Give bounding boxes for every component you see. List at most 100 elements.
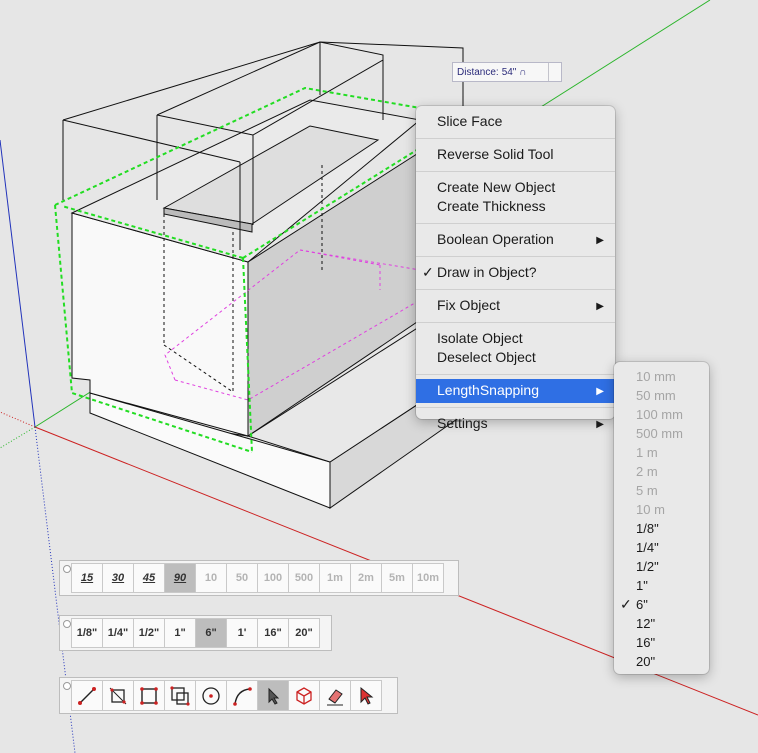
button-label: 1/4" xyxy=(107,627,129,639)
drawing-tools-toolbar xyxy=(59,677,398,714)
menu-item-draw-in-object[interactable]: ✓ Draw in Object? xyxy=(416,261,615,285)
select-arrow-button[interactable] xyxy=(350,680,382,711)
snap-option-20[interactable]: 20" xyxy=(614,652,709,671)
toolbar-grip[interactable] xyxy=(60,616,72,650)
measurements-box[interactable]: Distance: 54" ∩ xyxy=(452,62,562,82)
button-label: 20" xyxy=(295,627,313,639)
line-tool-button[interactable] xyxy=(71,680,103,711)
arc-icon xyxy=(233,686,252,706)
line-tool-icon xyxy=(78,686,96,705)
snap-option-label: 50 mm xyxy=(636,388,676,403)
menu-item-fix-object[interactable]: Fix Object ▶ xyxy=(416,294,615,318)
angle-snap-button-10[interactable]: 10 xyxy=(195,563,227,593)
snap-option-1-4[interactable]: 1/4" xyxy=(614,538,709,557)
length-snap-button-1-2[interactable]: 1/2" xyxy=(133,618,165,648)
snap-option-16[interactable]: 16" xyxy=(614,633,709,652)
angle-snap-button-90[interactable]: 90 xyxy=(164,563,196,593)
toolbar-grip[interactable] xyxy=(60,561,72,595)
menu-separator xyxy=(416,138,615,139)
snap-option-label: 16" xyxy=(636,635,656,650)
menu-separator xyxy=(416,171,615,172)
button-label: 1m xyxy=(327,572,343,584)
measurement-divider xyxy=(548,63,549,81)
angle-snap-button-500[interactable]: 500 xyxy=(288,563,320,593)
length-snap-button-20[interactable]: 20" xyxy=(288,618,320,648)
length-snap-button-1[interactable]: 1' xyxy=(226,618,258,648)
snap-option-label: 1/2" xyxy=(636,559,659,574)
menu-item-label: Slice Face xyxy=(437,113,503,129)
button-label: 10m xyxy=(416,572,440,584)
button-label: 30 xyxy=(111,572,125,584)
snap-option-1[interactable]: 1" xyxy=(614,576,709,595)
menu-item-boolean-operation[interactable]: Boolean Operation ▶ xyxy=(416,228,615,252)
toolbar-grip[interactable] xyxy=(60,678,72,713)
angle-snap-button-30[interactable]: 30 xyxy=(102,563,134,593)
menu-item-slice-face[interactable]: Slice Face xyxy=(416,110,615,134)
angle-snap-button-100[interactable]: 100 xyxy=(257,563,289,593)
snap-option-label: 1" xyxy=(636,578,648,593)
snap-option-label: 20" xyxy=(636,654,656,669)
length-snap-button-1[interactable]: 1" xyxy=(164,618,196,648)
offset-rectangle-button[interactable] xyxy=(164,680,196,711)
solid-box-button[interactable] xyxy=(288,680,320,711)
angle-snap-button-2m[interactable]: 2m xyxy=(350,563,382,593)
context-menu: Slice Face Reverse Solid Tool Create New O… xyxy=(416,106,615,431)
snap-option-label: 5 m xyxy=(636,483,658,498)
circle-button[interactable] xyxy=(195,680,227,711)
menu-item-label: Draw in Object? xyxy=(437,264,537,280)
snap-option-1-8[interactable]: 1/8" xyxy=(614,519,709,538)
menu-item-isolate-object[interactable]: Isolate Object Deselect Object xyxy=(416,327,615,370)
angle-snap-button-10m[interactable]: 10m xyxy=(412,563,444,593)
menu-item-create-new-object[interactable]: Create New Object Create Thickness xyxy=(416,176,615,219)
select-in-object-button[interactable] xyxy=(257,680,289,711)
offset-rectangle-icon xyxy=(170,685,190,706)
button-label: 45 xyxy=(142,572,156,584)
snap-option-label: 2 m xyxy=(636,464,658,479)
solid-box-icon xyxy=(296,686,312,705)
menu-item-label: Reverse Solid Tool xyxy=(437,146,554,162)
menu-item-label: Create Thickness xyxy=(437,198,546,214)
angle-snap-button-45[interactable]: 45 xyxy=(133,563,165,593)
measurement-value[interactable]: 54" ∩ xyxy=(502,67,527,78)
snap-option-6[interactable]: ✓ 6" xyxy=(614,595,709,614)
rectangle-button[interactable] xyxy=(133,680,165,711)
snap-option-1-m: 1 m xyxy=(614,443,709,462)
button-label: 2m xyxy=(358,572,374,584)
menu-separator xyxy=(416,223,615,224)
button-label: 1/8" xyxy=(76,627,98,639)
arc-button[interactable] xyxy=(226,680,258,711)
menu-item-settings[interactable]: Settings ▶ xyxy=(416,412,615,436)
submenu-arrow-icon: ▶ xyxy=(596,235,604,246)
measurement-label: Distance: xyxy=(457,66,499,78)
length-snap-button-16[interactable]: 16" xyxy=(257,618,289,648)
length-snap-button-1-4[interactable]: 1/4" xyxy=(102,618,134,648)
snap-option-12[interactable]: 12" xyxy=(614,614,709,633)
checkmark-icon: ✓ xyxy=(620,596,632,612)
angle-snap-button-1m[interactable]: 1m xyxy=(319,563,351,593)
snap-option-500-mm: 500 mm xyxy=(614,424,709,443)
button-label: 1" xyxy=(174,627,186,639)
button-label: 15 xyxy=(80,572,94,584)
rotated-rectangle-button[interactable] xyxy=(102,680,134,711)
length-snap-button-6[interactable]: 6" xyxy=(195,618,227,648)
menu-item-label: Fix Object xyxy=(437,297,501,313)
snap-option-label: 10 m xyxy=(636,502,665,517)
button-label: 10 xyxy=(204,572,218,584)
snap-option-1-2[interactable]: 1/2" xyxy=(614,557,709,576)
snap-option-50-mm: 50 mm xyxy=(614,386,709,405)
snap-option-label: 100 mm xyxy=(636,407,683,422)
button-label: 6" xyxy=(205,627,217,639)
angle-snap-button-15[interactable]: 15 xyxy=(71,563,103,593)
angle-snap-button-50[interactable]: 50 xyxy=(226,563,258,593)
length-snap-button-1-8[interactable]: 1/8" xyxy=(71,618,103,648)
snap-option-label: 1/4" xyxy=(636,540,659,555)
eraser-button[interactable] xyxy=(319,680,351,711)
menu-item-label: Boolean Operation xyxy=(437,231,554,247)
snap-option-10-mm: 10 mm xyxy=(614,367,709,386)
menu-separator xyxy=(416,322,615,323)
snap-option-label: 6" xyxy=(636,597,648,612)
menu-item-lengthsnapping[interactable]: LengthSnapping ▶ xyxy=(416,379,615,403)
menu-item-reverse-solid-tool[interactable]: Reverse Solid Tool xyxy=(416,143,615,167)
angle-snap-button-5m[interactable]: 5m xyxy=(381,563,413,593)
menu-item-label: Isolate Object xyxy=(437,330,523,346)
